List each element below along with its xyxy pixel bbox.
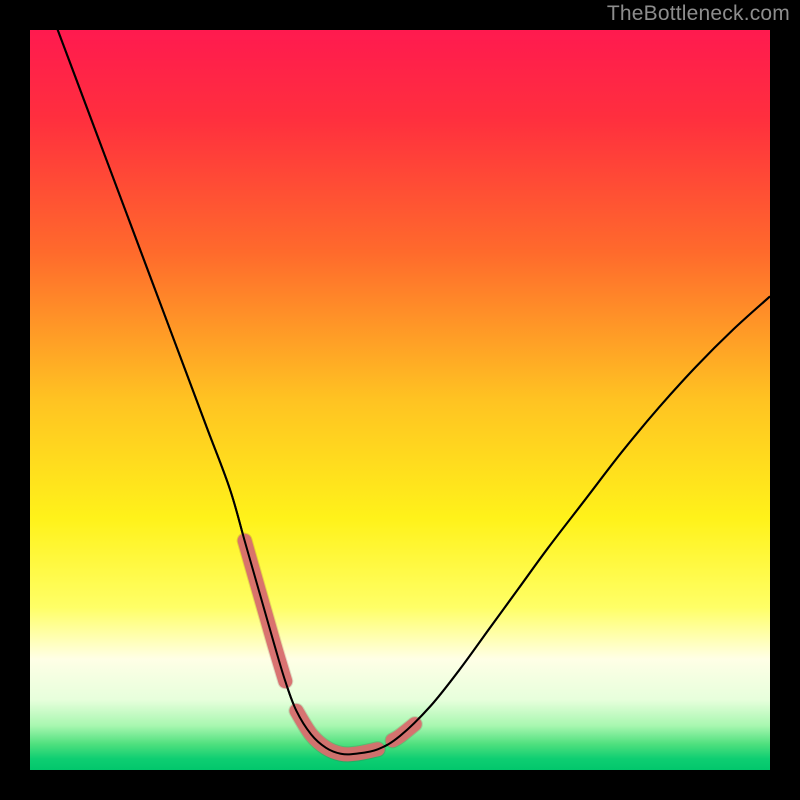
gradient-background bbox=[30, 30, 770, 770]
chart-svg bbox=[30, 30, 770, 770]
plot-frame bbox=[30, 30, 770, 770]
chart-stage: TheBottleneck.com bbox=[0, 0, 800, 800]
watermark-text: TheBottleneck.com bbox=[607, 2, 790, 26]
